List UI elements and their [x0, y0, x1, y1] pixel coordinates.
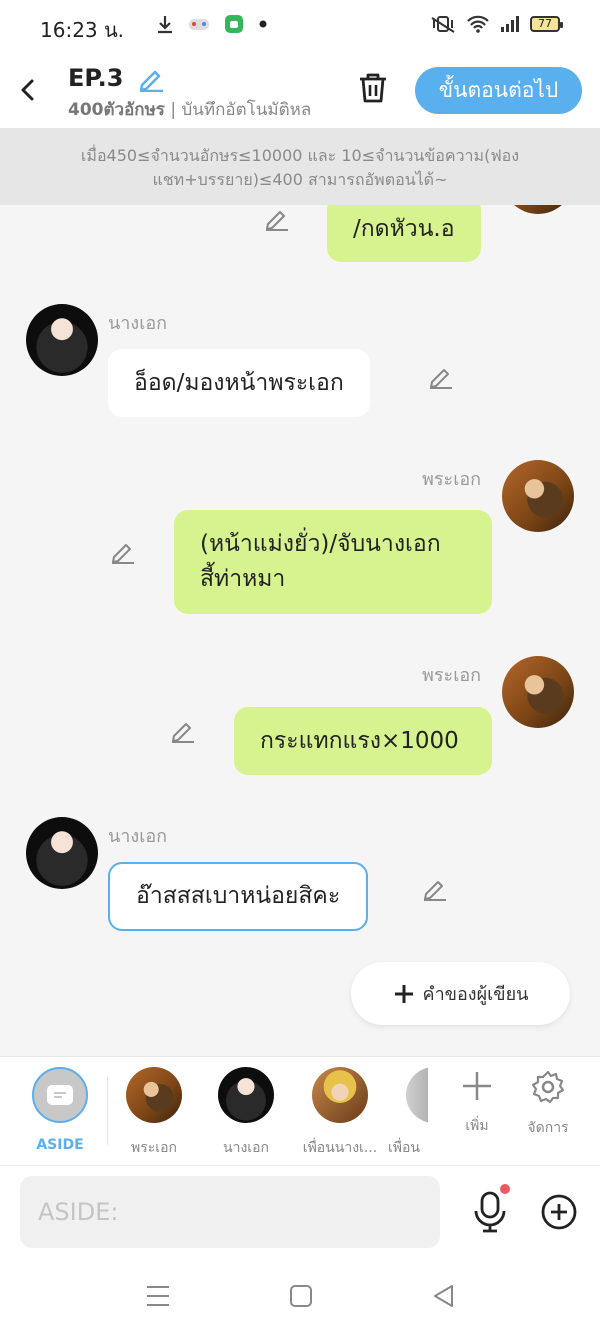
edit-pencil-icon[interactable] — [170, 717, 196, 743]
edit-pencil-icon[interactable] — [110, 538, 136, 564]
character-hero[interactable]: พระเอก — [109, 1067, 199, 1159]
tool-label: จัดการ — [527, 1120, 569, 1136]
chat-bubble-selected[interactable]: อ๊าสสสเบาหน่อยสิคะ — [108, 862, 369, 931]
notice-line: แชท+บรรยาย)≤400 สามารถอัพตอนได้~ — [152, 170, 448, 189]
status-bar: 16:23 น. 77 — [0, 0, 600, 56]
download-icon — [158, 16, 172, 34]
avatar-friend — [406, 1067, 428, 1123]
notification-dot — [500, 1184, 510, 1194]
dot-icon — [259, 20, 267, 28]
subtitle: 400ตัวอักษร | บันทึกอัตโนมัติหล — [68, 96, 330, 123]
edit-title-pencil-icon[interactable] — [137, 64, 165, 92]
message-input[interactable] — [20, 1176, 440, 1248]
trash-icon[interactable] — [356, 70, 390, 106]
character-label: เพื่อนนางเ... — [302, 1140, 378, 1156]
plus-icon — [394, 984, 413, 1003]
author-note-label: คำของผู้เขียน — [422, 984, 529, 1005]
avatar-hero[interactable] — [502, 656, 574, 728]
character-label: พระเอก — [131, 1140, 177, 1156]
app-notification-icon — [225, 15, 243, 33]
chat-bubble[interactable]: (หน้าแม่งยั่ว)/จับนางเอก สี้ท่าหมา — [174, 510, 492, 614]
notice-line: เมื่อ450≤จำนวนอักษร≤10000 และ 10≤จำนวนข้… — [80, 146, 520, 165]
gamepad-icon — [189, 19, 209, 30]
upload-requirement-notice: เมื่อ450≤จำนวนอักษร≤10000 และ 10≤จำนวนข้… — [0, 128, 600, 205]
character-heroine[interactable]: นางเอก — [201, 1067, 291, 1159]
tool-label: เพิ่ม — [465, 1118, 489, 1134]
speaker-name: นางเอก — [108, 313, 168, 334]
editor-header: EP.3 400ตัวอักษร | บันทึกอัตโนมัติหล ขั้… — [0, 56, 600, 128]
battery-indicator: 77 — [530, 16, 563, 32]
chat-bubble[interactable]: อ็อด/มองหน้าพระเอก — [108, 349, 370, 417]
character-label: เพื่อน — [388, 1140, 420, 1156]
aside-icon — [32, 1067, 88, 1123]
author-note-button[interactable]: คำของผู้เขียน — [351, 962, 570, 1025]
add-character-button[interactable]: เพิ่ม — [447, 1069, 507, 1137]
character-friend[interactable]: เพื่อน — [388, 1067, 428, 1159]
char-count: 400ตัวอักษร — [68, 100, 165, 120]
divider — [107, 1077, 108, 1145]
gear-icon — [531, 1070, 565, 1104]
title-area: EP.3 400ตัวอักษร | บันทึกอัตโนมัติหล — [68, 64, 330, 123]
chat-area[interactable]: /กดหัวน.อ นางเอก อ็อด/มองหน้าพระเอก พระเ… — [0, 128, 600, 1056]
character-label: ASIDE — [36, 1137, 84, 1153]
speaker-name: พระเอก — [422, 469, 482, 490]
speaker-name: พระเอก — [422, 665, 482, 686]
character-selector: ASIDE พระเอก นางเอก เพื่อนนางเ... เพื่อน… — [0, 1056, 600, 1165]
character-label: นางเอก — [223, 1140, 269, 1156]
avatar-friend — [312, 1067, 368, 1123]
avatar-heroine — [218, 1067, 274, 1123]
plus-icon — [463, 1072, 491, 1100]
add-circle-icon[interactable] — [540, 1193, 578, 1231]
bubble-line: สี้ท่าหมา — [200, 566, 286, 592]
chat-bubble[interactable]: /กดหัวน.อ — [327, 196, 481, 262]
clock: 16:23 น. — [40, 18, 125, 42]
episode-title[interactable]: EP.3 — [68, 64, 123, 92]
vibrate-icon — [431, 16, 455, 33]
character-friend-heroine[interactable]: เพื่อนนางเ... — [295, 1067, 385, 1159]
home-icon[interactable] — [287, 1283, 315, 1309]
character-aside[interactable]: ASIDE — [15, 1067, 105, 1153]
bubble-line: (หน้าแม่งยั่ว)/จับนางเอก — [200, 531, 441, 557]
wifi-icon — [467, 15, 489, 33]
signal-icon — [501, 16, 519, 32]
avatar-heroine[interactable] — [26, 304, 98, 376]
avatar-heroine[interactable] — [26, 817, 98, 889]
system-nav-bar — [0, 1257, 600, 1333]
edit-pencil-icon[interactable] — [422, 875, 448, 901]
menu-icon[interactable] — [144, 1283, 172, 1309]
microphone-icon[interactable] — [470, 1190, 510, 1234]
edit-pencil-icon[interactable] — [264, 205, 290, 231]
back-triangle-icon[interactable] — [430, 1283, 458, 1309]
input-bar — [0, 1165, 600, 1257]
edit-pencil-icon[interactable] — [428, 363, 454, 389]
autosave-status: | บันทึกอัตโนมัติหล — [164, 100, 312, 120]
back-icon[interactable] — [14, 72, 44, 108]
speaker-name: นางเอก — [108, 826, 168, 847]
next-step-button[interactable]: ขั้นตอนต่อไป — [415, 67, 582, 114]
avatar-hero — [126, 1067, 182, 1123]
chat-bubble[interactable]: กระแทกแรง×1000 — [234, 707, 492, 775]
avatar-hero[interactable] — [502, 460, 574, 532]
manage-characters-button[interactable]: จัดการ — [518, 1069, 578, 1139]
